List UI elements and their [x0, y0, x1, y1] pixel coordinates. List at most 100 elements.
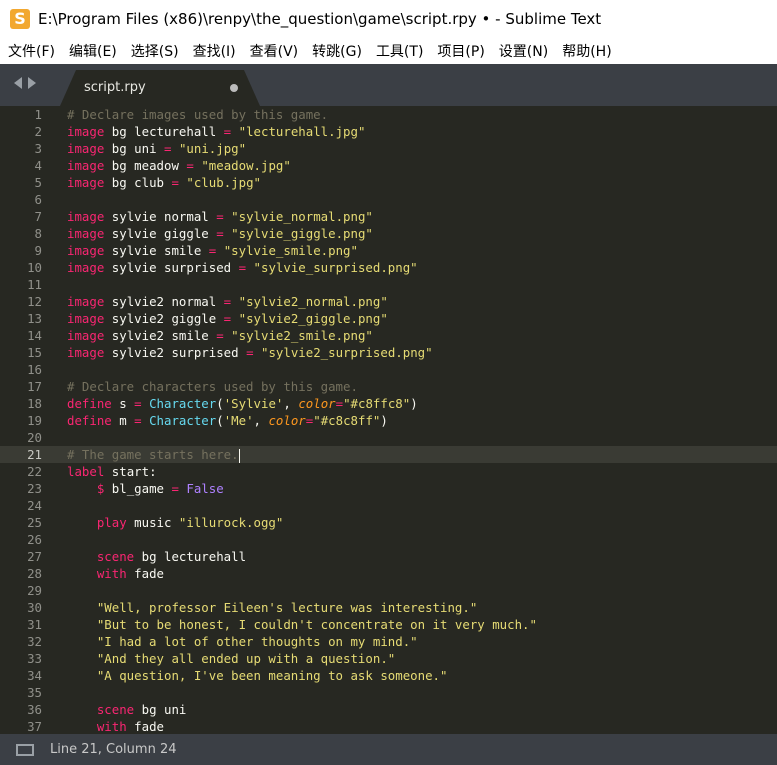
code-editor[interactable]: 1 # Declare images used by this game. 2 ima… — [0, 106, 777, 734]
title-bar: S E:\Program Files (x86)\renpy\the_quest… — [0, 0, 777, 38]
code-line[interactable]: 34 "A question, I've been meaning to ask… — [0, 667, 777, 684]
cursor-position: Line 21, Column 24 — [50, 742, 177, 757]
code-token: define — [67, 413, 112, 428]
code-token: = — [134, 396, 142, 411]
code-line[interactable]: 4 image bg meadow = "meadow.jpg" — [0, 157, 777, 174]
line-number: 25 — [27, 515, 42, 530]
code-line[interactable]: 11 — [0, 276, 777, 293]
code-line[interactable]: 14 image sylvie2 smile = "sylvie2_smile.p… — [0, 327, 777, 344]
code-line[interactable]: 30 "Well, professor Eileen's lecture was… — [0, 599, 777, 616]
code-text: image sylvie smile = "sylvie_smile.png" — [67, 242, 358, 259]
menu-item[interactable]: 设置(N) — [492, 41, 555, 61]
code-token: # Declare characters used by this game. — [67, 379, 358, 394]
code-token: "#c8ffc8" — [343, 396, 411, 411]
panel-toggle-icon[interactable] — [16, 743, 34, 756]
code-line[interactable]: 19 define m = Character('Me', color="#c8c… — [0, 412, 777, 429]
code-line[interactable]: 5 image bg club = "club.jpg" — [0, 174, 777, 191]
code-line[interactable]: 23 $ bl_game = False — [0, 480, 777, 497]
code-token: sylvie giggle — [104, 226, 217, 241]
code-line[interactable]: 6 — [0, 191, 777, 208]
code-line[interactable]: 1 # Declare images used by this game. — [0, 106, 777, 123]
code-line[interactable]: 2 image bg lecturehall = "lecturehall.jpg… — [0, 123, 777, 140]
code-text: image bg meadow = "meadow.jpg" — [67, 157, 291, 174]
code-line[interactable]: 16 — [0, 361, 777, 378]
unsaved-dot-icon[interactable] — [230, 84, 238, 92]
tab-bar: script.rpy — [0, 64, 777, 106]
code-line[interactable]: 3 image bg uni = "uni.jpg" — [0, 140, 777, 157]
chevron-right-icon[interactable] — [28, 77, 36, 89]
code-line[interactable]: 9 image sylvie smile = "sylvie_smile.png" — [0, 242, 777, 259]
code-line[interactable]: 33 "And they all ended up with a questio… — [0, 650, 777, 667]
menu-item[interactable]: 选择(S) — [124, 41, 186, 61]
code-line[interactable]: 24 — [0, 497, 777, 514]
code-text: image sylvie2 normal = "sylvie2_normal.p… — [67, 293, 388, 310]
code-token: bg lecturehall — [134, 549, 247, 564]
code-line[interactable]: 29 — [0, 582, 777, 599]
code-token: bg meadow — [104, 158, 187, 173]
code-line[interactable]: 10 image sylvie surprised = "sylvie_surpr… — [0, 259, 777, 276]
menu-item[interactable]: 查看(V) — [243, 41, 306, 61]
code-text: play music "illurock.ogg" — [67, 514, 284, 531]
code-token: image — [67, 226, 105, 241]
code-text: # The game starts here. — [67, 446, 240, 463]
code-token: , — [283, 396, 299, 411]
line-number: 8 — [34, 226, 42, 241]
code-token: bg uni — [134, 702, 187, 717]
code-line[interactable]: 35 — [0, 684, 777, 701]
line-number: 36 — [27, 702, 42, 717]
code-line[interactable]: 25 play music "illurock.ogg" — [0, 514, 777, 531]
code-token: "club.jpg" — [186, 175, 261, 190]
code-text: define m = Character('Me', color="#c8c8f… — [67, 412, 388, 429]
code-line[interactable]: 20 — [0, 429, 777, 446]
menu-item[interactable]: 工具(T) — [369, 41, 430, 61]
code-token: define — [67, 396, 112, 411]
code-token: image — [67, 243, 105, 258]
line-number: 6 — [34, 192, 42, 207]
code-line[interactable]: 7 image sylvie normal = "sylvie_normal.pn… — [0, 208, 777, 225]
chevron-left-icon[interactable] — [14, 77, 22, 89]
code-line[interactable]: 32 "I had a lot of other thoughts on my … — [0, 633, 777, 650]
menu-item[interactable]: 转跳(G) — [305, 41, 369, 61]
line-number: 20 — [27, 430, 42, 445]
code-token: sylvie2 normal — [104, 294, 224, 309]
code-line[interactable]: 12 image sylvie2 normal = "sylvie2_normal… — [0, 293, 777, 310]
code-line[interactable]: 8 image sylvie giggle = "sylvie_giggle.pn… — [0, 225, 777, 242]
code-line[interactable]: 31 "But to be honest, I couldn't concent… — [0, 616, 777, 633]
code-text: # Declare characters used by this game. — [67, 378, 358, 395]
tab-script-rpy[interactable]: script.rpy — [60, 70, 260, 106]
code-token: "lecturehall.jpg" — [238, 124, 366, 139]
code-token: "sylvie_normal.png" — [231, 209, 373, 224]
code-text: image sylvie normal = "sylvie_normal.png… — [67, 208, 373, 225]
code-token: bg club — [104, 175, 172, 190]
code-line[interactable]: 36 scene bg uni — [0, 701, 777, 718]
code-line[interactable]: 28 with fade — [0, 565, 777, 582]
menu-item[interactable]: 项目(P) — [430, 41, 491, 61]
code-line[interactable]: 21 # The game starts here. — [0, 446, 777, 463]
line-number: 14 — [27, 328, 42, 343]
code-line[interactable]: 37 with fade — [0, 718, 777, 734]
code-line[interactable]: 26 — [0, 531, 777, 548]
code-text: image bg club = "club.jpg" — [67, 174, 261, 191]
menu-item[interactable]: 编辑(E) — [62, 41, 124, 61]
menu-item[interactable]: 文件(F) — [0, 41, 62, 61]
code-token: Character — [149, 396, 217, 411]
line-number: 34 — [27, 668, 42, 683]
code-line[interactable]: 18 define s = Character('Sylvie', color="… — [0, 395, 777, 412]
code-line[interactable]: 17 # Declare characters used by this game… — [0, 378, 777, 395]
menu-item[interactable]: 帮助(H) — [555, 41, 618, 61]
line-number: 15 — [27, 345, 42, 360]
code-line[interactable]: 22 label start: — [0, 463, 777, 480]
code-token: image — [67, 209, 105, 224]
code-token: scene — [96, 549, 135, 564]
code-token: bg lecturehall — [104, 124, 224, 139]
code-token: "sylvie2_normal.png" — [238, 294, 388, 309]
menu-item[interactable]: 查找(I) — [186, 41, 243, 61]
code-line[interactable]: 13 image sylvie2 giggle = "sylvie2_giggle… — [0, 310, 777, 327]
code-line[interactable]: 15 image sylvie2 surprised = "sylvie2_sur… — [0, 344, 777, 361]
code-token: sylvie normal — [104, 209, 217, 224]
code-line[interactable]: 27 scene bg lecturehall — [0, 548, 777, 565]
